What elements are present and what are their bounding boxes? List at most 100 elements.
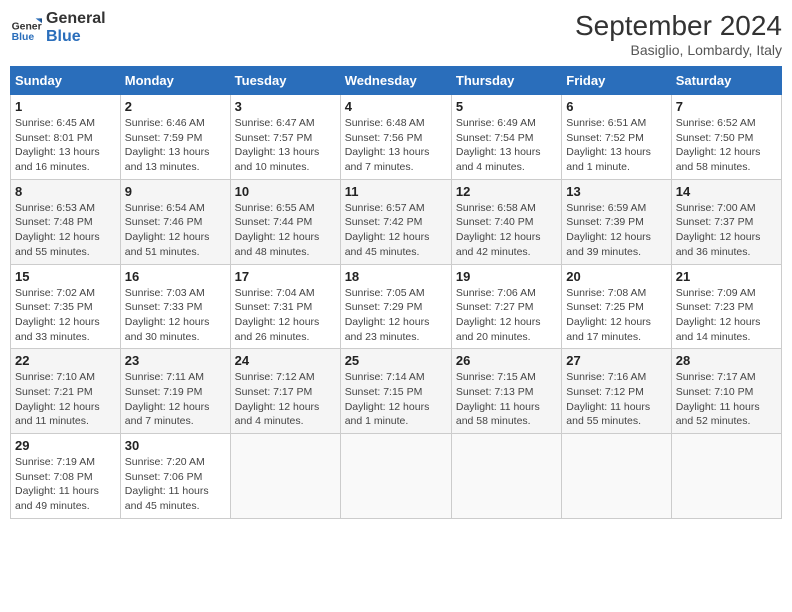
- day-detail: Sunrise: 6:52 AM Sunset: 7:50 PM Dayligh…: [676, 116, 777, 175]
- day-detail: Sunrise: 7:02 AM Sunset: 7:35 PM Dayligh…: [15, 286, 116, 345]
- col-header-tuesday: Tuesday: [230, 67, 340, 95]
- calendar-cell: [451, 434, 561, 519]
- calendar-cell: 6 Sunrise: 6:51 AM Sunset: 7:52 PM Daylig…: [562, 95, 671, 180]
- day-number: 30: [125, 438, 226, 453]
- day-detail: Sunrise: 7:17 AM Sunset: 7:10 PM Dayligh…: [676, 370, 777, 429]
- day-number: 2: [125, 99, 226, 114]
- day-number: 7: [676, 99, 777, 114]
- day-number: 22: [15, 353, 116, 368]
- col-header-sunday: Sunday: [11, 67, 121, 95]
- col-header-wednesday: Wednesday: [340, 67, 451, 95]
- calendar-cell: 28 Sunrise: 7:17 AM Sunset: 7:10 PM Dayli…: [671, 349, 781, 434]
- page-header: General Blue General Blue September 2024…: [10, 10, 782, 58]
- day-number: 26: [456, 353, 557, 368]
- day-number: 5: [456, 99, 557, 114]
- day-detail: Sunrise: 7:15 AM Sunset: 7:13 PM Dayligh…: [456, 370, 557, 429]
- day-detail: Sunrise: 6:46 AM Sunset: 7:59 PM Dayligh…: [125, 116, 226, 175]
- title-block: September 2024 Basiglio, Lombardy, Italy: [575, 10, 782, 58]
- day-detail: Sunrise: 7:10 AM Sunset: 7:21 PM Dayligh…: [15, 370, 116, 429]
- day-detail: Sunrise: 6:57 AM Sunset: 7:42 PM Dayligh…: [345, 201, 447, 260]
- day-detail: Sunrise: 7:09 AM Sunset: 7:23 PM Dayligh…: [676, 286, 777, 345]
- calendar-cell: 2 Sunrise: 6:46 AM Sunset: 7:59 PM Daylig…: [120, 95, 230, 180]
- month-title: September 2024: [575, 10, 782, 42]
- day-number: 14: [676, 184, 777, 199]
- day-detail: Sunrise: 7:20 AM Sunset: 7:06 PM Dayligh…: [125, 455, 226, 514]
- day-number: 4: [345, 99, 447, 114]
- day-detail: Sunrise: 7:04 AM Sunset: 7:31 PM Dayligh…: [235, 286, 336, 345]
- day-number: 24: [235, 353, 336, 368]
- calendar-cell: [671, 434, 781, 519]
- svg-text:General: General: [12, 21, 42, 32]
- calendar-cell: 18 Sunrise: 7:05 AM Sunset: 7:29 PM Dayli…: [340, 264, 451, 349]
- day-detail: Sunrise: 7:06 AM Sunset: 7:27 PM Dayligh…: [456, 286, 557, 345]
- day-number: 25: [345, 353, 447, 368]
- day-detail: Sunrise: 7:11 AM Sunset: 7:19 PM Dayligh…: [125, 370, 226, 429]
- calendar-cell: 29 Sunrise: 7:19 AM Sunset: 7:08 PM Dayli…: [11, 434, 121, 519]
- day-number: 8: [15, 184, 116, 199]
- day-detail: Sunrise: 6:48 AM Sunset: 7:56 PM Dayligh…: [345, 116, 447, 175]
- day-number: 16: [125, 269, 226, 284]
- day-number: 3: [235, 99, 336, 114]
- location-subtitle: Basiglio, Lombardy, Italy: [575, 42, 782, 58]
- calendar-cell: 20 Sunrise: 7:08 AM Sunset: 7:25 PM Dayli…: [562, 264, 671, 349]
- col-header-monday: Monday: [120, 67, 230, 95]
- calendar-cell: 23 Sunrise: 7:11 AM Sunset: 7:19 PM Dayli…: [120, 349, 230, 434]
- day-detail: Sunrise: 6:58 AM Sunset: 7:40 PM Dayligh…: [456, 201, 557, 260]
- day-number: 13: [566, 184, 666, 199]
- day-detail: Sunrise: 6:51 AM Sunset: 7:52 PM Dayligh…: [566, 116, 666, 175]
- day-number: 1: [15, 99, 116, 114]
- calendar-cell: 4 Sunrise: 6:48 AM Sunset: 7:56 PM Daylig…: [340, 95, 451, 180]
- calendar-cell: 25 Sunrise: 7:14 AM Sunset: 7:15 PM Dayli…: [340, 349, 451, 434]
- day-number: 18: [345, 269, 447, 284]
- calendar-cell: 8 Sunrise: 6:53 AM Sunset: 7:48 PM Daylig…: [11, 179, 121, 264]
- calendar-cell: 16 Sunrise: 7:03 AM Sunset: 7:33 PM Dayli…: [120, 264, 230, 349]
- logo: General Blue General Blue: [10, 10, 106, 45]
- calendar-cell: 22 Sunrise: 7:10 AM Sunset: 7:21 PM Dayli…: [11, 349, 121, 434]
- day-number: 17: [235, 269, 336, 284]
- day-detail: Sunrise: 7:19 AM Sunset: 7:08 PM Dayligh…: [15, 455, 116, 514]
- calendar-cell: 7 Sunrise: 6:52 AM Sunset: 7:50 PM Daylig…: [671, 95, 781, 180]
- day-detail: Sunrise: 7:03 AM Sunset: 7:33 PM Dayligh…: [125, 286, 226, 345]
- day-detail: Sunrise: 7:16 AM Sunset: 7:12 PM Dayligh…: [566, 370, 666, 429]
- day-detail: Sunrise: 7:12 AM Sunset: 7:17 PM Dayligh…: [235, 370, 336, 429]
- day-number: 23: [125, 353, 226, 368]
- calendar-cell: 13 Sunrise: 6:59 AM Sunset: 7:39 PM Dayli…: [562, 179, 671, 264]
- calendar-cell: 3 Sunrise: 6:47 AM Sunset: 7:57 PM Daylig…: [230, 95, 340, 180]
- day-number: 19: [456, 269, 557, 284]
- day-number: 9: [125, 184, 226, 199]
- calendar-cell: 15 Sunrise: 7:02 AM Sunset: 7:35 PM Dayli…: [11, 264, 121, 349]
- day-detail: Sunrise: 6:47 AM Sunset: 7:57 PM Dayligh…: [235, 116, 336, 175]
- svg-text:Blue: Blue: [12, 32, 35, 43]
- day-number: 20: [566, 269, 666, 284]
- calendar-cell: 14Sunrise: 7:00 AM Sunset: 7:37 PM Dayli…: [671, 179, 781, 264]
- day-detail: Sunrise: 7:05 AM Sunset: 7:29 PM Dayligh…: [345, 286, 447, 345]
- calendar-cell: [230, 434, 340, 519]
- calendar-cell: 30 Sunrise: 7:20 AM Sunset: 7:06 PM Dayli…: [120, 434, 230, 519]
- calendar-cell: 26 Sunrise: 7:15 AM Sunset: 7:13 PM Dayli…: [451, 349, 561, 434]
- calendar-cell: 1 Sunrise: 6:45 AM Sunset: 8:01 PM Daylig…: [11, 95, 121, 180]
- calendar-cell: 24 Sunrise: 7:12 AM Sunset: 7:17 PM Dayli…: [230, 349, 340, 434]
- day-number: 11: [345, 184, 447, 199]
- day-detail: Sunrise: 6:55 AM Sunset: 7:44 PM Dayligh…: [235, 201, 336, 260]
- day-number: 10: [235, 184, 336, 199]
- calendar-cell: [340, 434, 451, 519]
- calendar-cell: 12Sunrise: 6:58 AM Sunset: 7:40 PM Dayli…: [451, 179, 561, 264]
- day-detail: Sunrise: 7:14 AM Sunset: 7:15 PM Dayligh…: [345, 370, 447, 429]
- calendar-cell: 10 Sunrise: 6:55 AM Sunset: 7:44 PM Dayli…: [230, 179, 340, 264]
- col-header-thursday: Thursday: [451, 67, 561, 95]
- logo-line2: Blue: [46, 28, 106, 46]
- calendar-cell: [562, 434, 671, 519]
- day-number: 29: [15, 438, 116, 453]
- day-detail: Sunrise: 6:45 AM Sunset: 8:01 PM Dayligh…: [15, 116, 116, 175]
- day-number: 15: [15, 269, 116, 284]
- day-detail: Sunrise: 6:49 AM Sunset: 7:54 PM Dayligh…: [456, 116, 557, 175]
- day-number: 27: [566, 353, 666, 368]
- day-detail: Sunrise: 7:08 AM Sunset: 7:25 PM Dayligh…: [566, 286, 666, 345]
- day-number: 28: [676, 353, 777, 368]
- calendar-cell: 9Sunrise: 6:54 AM Sunset: 7:46 PM Daylig…: [120, 179, 230, 264]
- calendar-cell: 27 Sunrise: 7:16 AM Sunset: 7:12 PM Dayli…: [562, 349, 671, 434]
- day-detail: Sunrise: 6:53 AM Sunset: 7:48 PM Dayligh…: [15, 201, 116, 260]
- calendar-cell: 19 Sunrise: 7:06 AM Sunset: 7:27 PM Dayli…: [451, 264, 561, 349]
- day-number: 6: [566, 99, 666, 114]
- day-detail: Sunrise: 6:59 AM Sunset: 7:39 PM Dayligh…: [566, 201, 666, 260]
